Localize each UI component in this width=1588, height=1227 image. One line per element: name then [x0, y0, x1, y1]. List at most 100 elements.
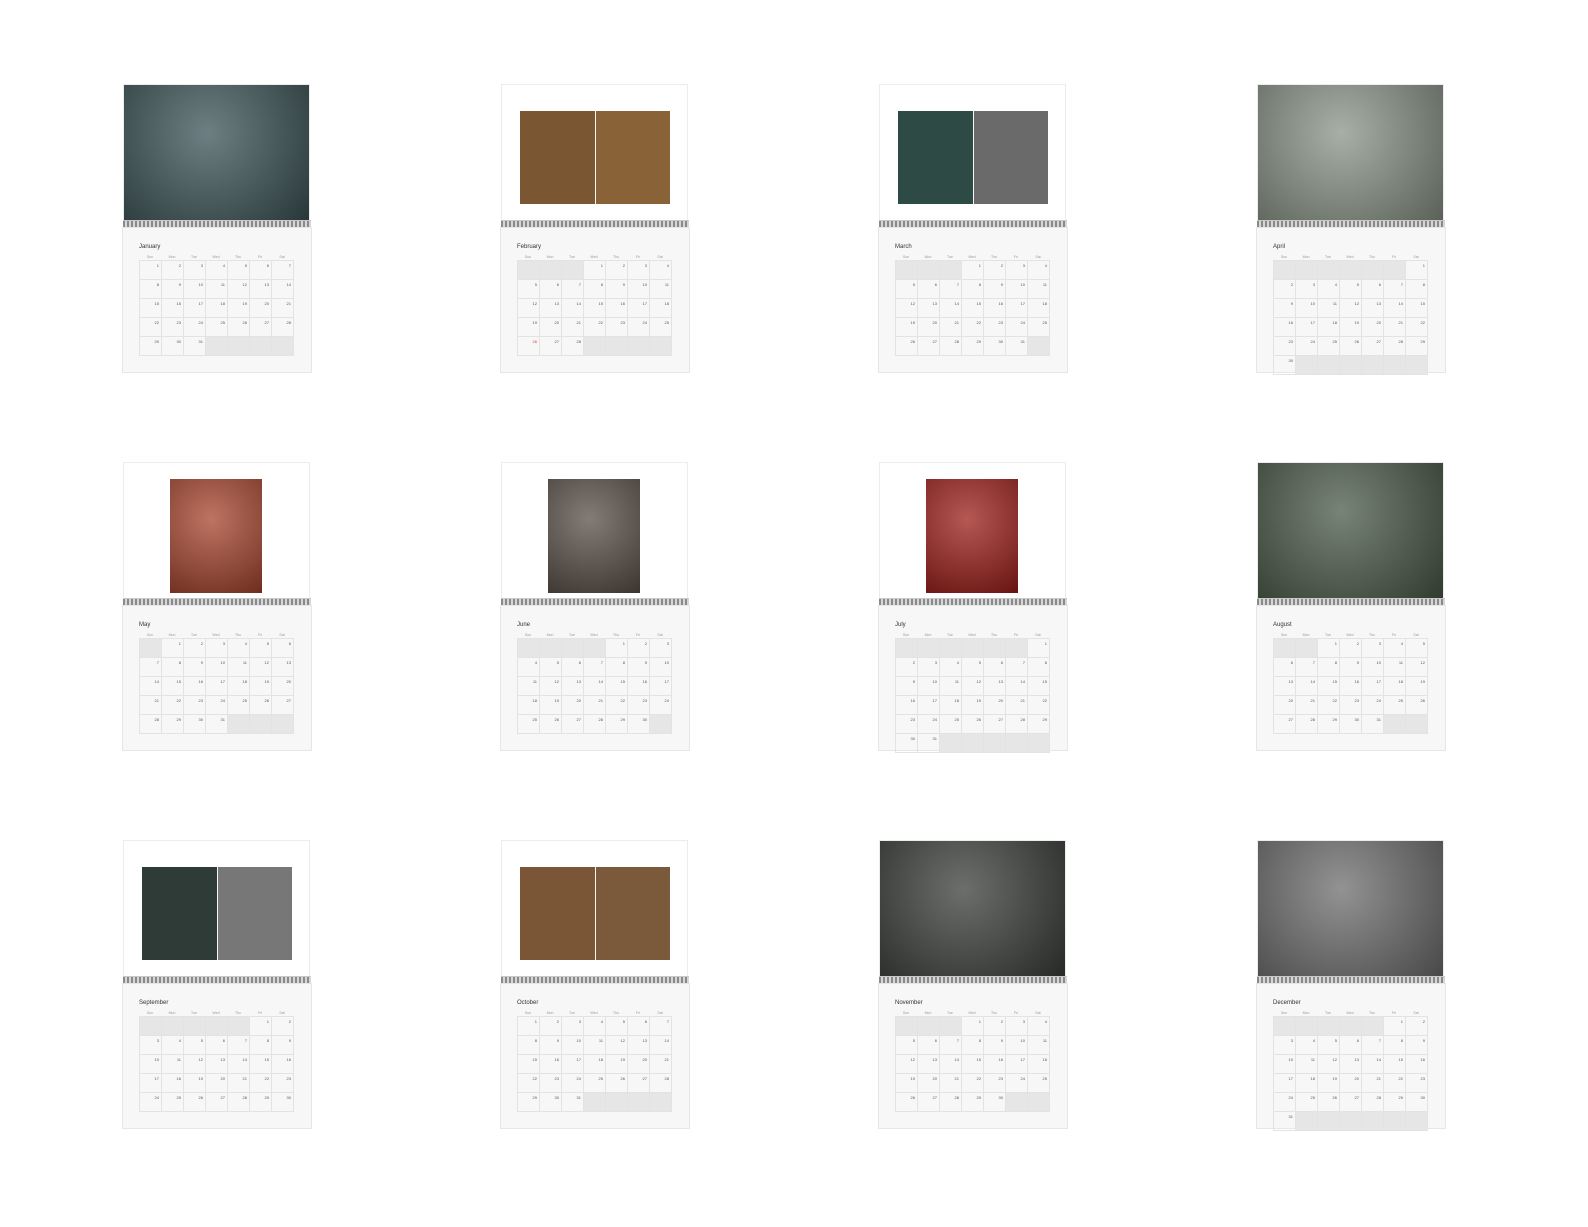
day-cell[interactable]: 11 [1384, 658, 1406, 677]
day-cell[interactable]: 4 [940, 658, 962, 677]
day-cell[interactable]: 1 [1384, 1017, 1406, 1036]
day-cell[interactable]: 5 [228, 261, 250, 280]
day-cell[interactable]: 18 [650, 299, 672, 318]
day-cell[interactable]: 27 [272, 696, 294, 715]
day-cell[interactable]: 15 [584, 299, 606, 318]
day-cell[interactable]: 28 [1296, 715, 1318, 734]
day-cell[interactable]: 12 [250, 658, 272, 677]
day-cell[interactable]: 9 [628, 658, 650, 677]
day-cell[interactable]: 2 [628, 639, 650, 658]
day-cell[interactable]: 17 [140, 1074, 162, 1093]
day-cell[interactable]: 21 [1384, 318, 1406, 337]
day-cell[interactable]: 10 [650, 658, 672, 677]
day-cell[interactable]: 14 [228, 1055, 250, 1074]
day-cell[interactable]: 18 [206, 299, 228, 318]
day-cell[interactable]: 9 [896, 677, 918, 696]
day-cell[interactable]: 11 [1028, 280, 1050, 299]
day-cell[interactable]: 1 [162, 639, 184, 658]
day-cell[interactable]: 14 [1006, 677, 1028, 696]
day-cell[interactable]: 8 [518, 1036, 540, 1055]
day-cell[interactable]: 24 [1274, 1093, 1296, 1112]
day-cell[interactable]: 1 [962, 1017, 984, 1036]
day-cell[interactable]: 29 [140, 337, 162, 356]
day-cell[interactable]: 5 [896, 1036, 918, 1055]
day-cell[interactable]: 25 [650, 318, 672, 337]
day-cell[interactable]: 2 [984, 1017, 1006, 1036]
day-cell[interactable]: 29 [162, 715, 184, 734]
calendar-page-october[interactable]: October Sun Mon Tue Wed Thu Fri Sat 1 2 3 4 5 6 7 8 9 10 1… [501, 841, 689, 1128]
day-cell[interactable]: 27 [250, 318, 272, 337]
day-cell[interactable]: 24 [184, 318, 206, 337]
calendar-page-april[interactable]: April Sun Mon Tue Wed Thu Fri Sat 1 2 3 4 5 6 7 8 9 10 11 1… [1257, 85, 1445, 375]
day-cell[interactable]: 20 [1274, 696, 1296, 715]
calendar-page-may[interactable]: May Sun Mon Tue Wed Thu Fri Sat 1 2 3 4 5 6 7 8 9 10 11 12 1… [123, 463, 311, 750]
day-cell[interactable]: 20 [206, 1074, 228, 1093]
day-cell[interactable]: 23 [1406, 1074, 1428, 1093]
day-cell[interactable]: 29 [1406, 337, 1428, 356]
day-cell[interactable]: 18 [1296, 1074, 1318, 1093]
day-cell[interactable]: 24 [140, 1093, 162, 1112]
day-cell[interactable]: 6 [1340, 1036, 1362, 1055]
day-cell[interactable]: 7 [272, 261, 294, 280]
day-cell[interactable]: 3 [562, 1017, 584, 1036]
day-cell[interactable]: 9 [606, 280, 628, 299]
day-cell[interactable]: 13 [250, 280, 272, 299]
day-cell[interactable]: 24 [918, 715, 940, 734]
day-cell[interactable]: 6 [1362, 280, 1384, 299]
day-cell[interactable]: 23 [628, 696, 650, 715]
day-cell[interactable]: 19 [250, 677, 272, 696]
day-cell[interactable]: 21 [940, 318, 962, 337]
day-cell[interactable]: 30 [1340, 715, 1362, 734]
day-cell[interactable]: 11 [1028, 1036, 1050, 1055]
day-cell[interactable]: 25 [940, 715, 962, 734]
day-cell[interactable]: 15 [1028, 677, 1050, 696]
day-cell[interactable]: 9 [184, 658, 206, 677]
day-cell[interactable]: 10 [1006, 1036, 1028, 1055]
day-cell[interactable]: 8 [584, 280, 606, 299]
day-cell[interactable]: 1 [606, 639, 628, 658]
day-cell[interactable]: 23 [162, 318, 184, 337]
day-cell[interactable]: 17 [562, 1055, 584, 1074]
day-cell[interactable]: 25 [162, 1093, 184, 1112]
day-cell[interactable]: 30 [1274, 356, 1296, 375]
day-cell[interactable]: 18 [1384, 677, 1406, 696]
day-cell[interactable]: 18 [940, 696, 962, 715]
day-cell[interactable]: 13 [1340, 1055, 1362, 1074]
day-cell[interactable]: 23 [1274, 337, 1296, 356]
day-cell[interactable]: 6 [984, 658, 1006, 677]
day-cell[interactable]: 24 [1006, 1074, 1028, 1093]
day-cell[interactable]: 2 [896, 658, 918, 677]
day-cell[interactable]: 8 [962, 280, 984, 299]
day-cell[interactable]: 7 [940, 1036, 962, 1055]
day-cell[interactable]: 3 [628, 261, 650, 280]
calendar-page-august[interactable]: August Sun Mon Tue Wed Thu Fri Sat 1 2 3 4 5 6 7 8 9 10 11… [1257, 463, 1445, 750]
day-cell[interactable]: 5 [250, 639, 272, 658]
day-cell[interactable]: 5 [540, 658, 562, 677]
day-cell[interactable]: 14 [272, 280, 294, 299]
day-cell[interactable]: 14 [584, 677, 606, 696]
day-cell[interactable]: 24 [1006, 318, 1028, 337]
day-cell[interactable]: 13 [918, 299, 940, 318]
day-cell[interactable]: 12 [228, 280, 250, 299]
day-cell[interactable]: 22 [606, 696, 628, 715]
day-cell[interactable]: 22 [1384, 1074, 1406, 1093]
day-cell[interactable]: 15 [250, 1055, 272, 1074]
day-cell[interactable]: 19 [228, 299, 250, 318]
day-cell[interactable]: 8 [962, 1036, 984, 1055]
day-cell[interactable]: 9 [162, 280, 184, 299]
day-cell[interactable]: 26 [896, 1093, 918, 1112]
day-cell[interactable]: 31 [1274, 1112, 1296, 1131]
day-cell[interactable]: 4 [518, 658, 540, 677]
day-cell[interactable]: 23 [896, 715, 918, 734]
day-cell[interactable]: 25 [1384, 696, 1406, 715]
day-cell[interactable]: 20 [1362, 318, 1384, 337]
day-cell[interactable]: 26 [250, 696, 272, 715]
day-cell[interactable]: 10 [562, 1036, 584, 1055]
day-cell[interactable]: 22 [250, 1074, 272, 1093]
day-cell[interactable]: 29 [1318, 715, 1340, 734]
day-cell[interactable]: 22 [162, 696, 184, 715]
day-cell[interactable]: 10 [628, 280, 650, 299]
day-cell[interactable]: 26 [896, 337, 918, 356]
day-cell[interactable]: 22 [140, 318, 162, 337]
day-cell[interactable]: 7 [584, 658, 606, 677]
